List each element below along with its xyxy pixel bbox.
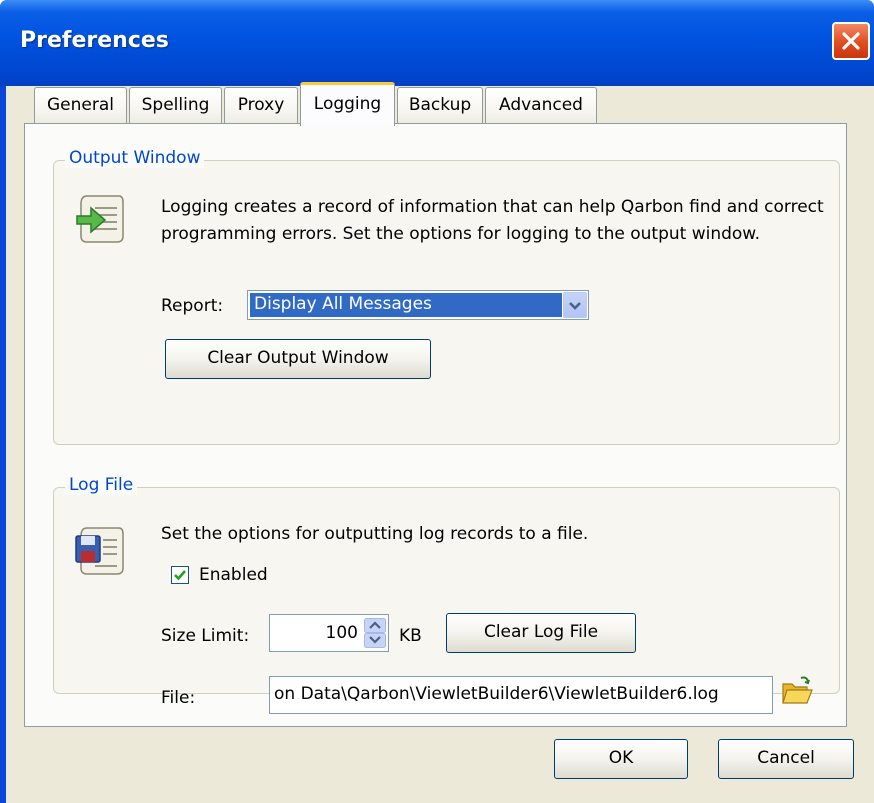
tab-spelling[interactable]: Spelling [129, 87, 222, 124]
checkmark-icon [174, 570, 186, 581]
size-unit-label: KB [399, 626, 422, 646]
output-window-legend: Output Window [65, 148, 205, 168]
cancel-button[interactable]: Cancel [718, 739, 854, 779]
output-window-description: Logging creates a record of information … [161, 197, 824, 244]
folder-open-icon[interactable] [781, 676, 813, 708]
size-limit-label: Size Limit: [161, 626, 250, 646]
tab-advanced[interactable]: Advanced [485, 87, 597, 124]
log-file-icon [75, 527, 124, 575]
log-file-path-input[interactable]: on Data\Qarbon\ViewletBuilder6\ViewletBu… [269, 676, 773, 714]
report-label: Report: [161, 296, 224, 316]
dropdown-arrow-button[interactable] [563, 292, 587, 318]
clear-output-window-button[interactable]: Clear Output Window [165, 339, 431, 379]
clear-log-file-button[interactable]: Clear Log File [446, 613, 636, 653]
ok-button[interactable]: OK [554, 739, 688, 779]
enabled-label[interactable]: Enabled [199, 565, 268, 585]
window-title: Preferences [20, 28, 169, 53]
tab-proxy[interactable]: Proxy [224, 87, 298, 124]
enabled-checkbox[interactable] [171, 566, 189, 584]
close-icon [842, 32, 860, 50]
report-dropdown[interactable]: Display All Messages [247, 290, 589, 320]
tab-general[interactable]: General [34, 87, 127, 124]
preferences-dialog: Preferences General Spelling Proxy Loggi… [0, 0, 874, 803]
chevron-down-icon [569, 302, 581, 310]
size-limit-value[interactable]: 100 [326, 623, 358, 643]
log-file-legend: Log File [65, 475, 138, 495]
report-selected-value: Display All Messages [250, 293, 562, 317]
log-output-icon [76, 195, 124, 243]
dialog-body: General Spelling Proxy Logging Backup Ad… [6, 82, 874, 803]
logging-tab-panel: Output Window Logging creates a record o… [24, 123, 847, 727]
log-file-description: Set the options for outputting log recor… [161, 524, 589, 544]
spin-arrows-icon[interactable] [364, 618, 386, 648]
close-button[interactable] [832, 22, 870, 60]
size-limit-stepper[interactable]: 100 [269, 614, 389, 652]
tab-logging[interactable]: Logging [300, 82, 395, 126]
title-bar[interactable]: Preferences [0, 0, 874, 86]
file-label: File: [161, 688, 196, 708]
log-file-group [53, 487, 840, 694]
tab-backup[interactable]: Backup [397, 87, 483, 124]
